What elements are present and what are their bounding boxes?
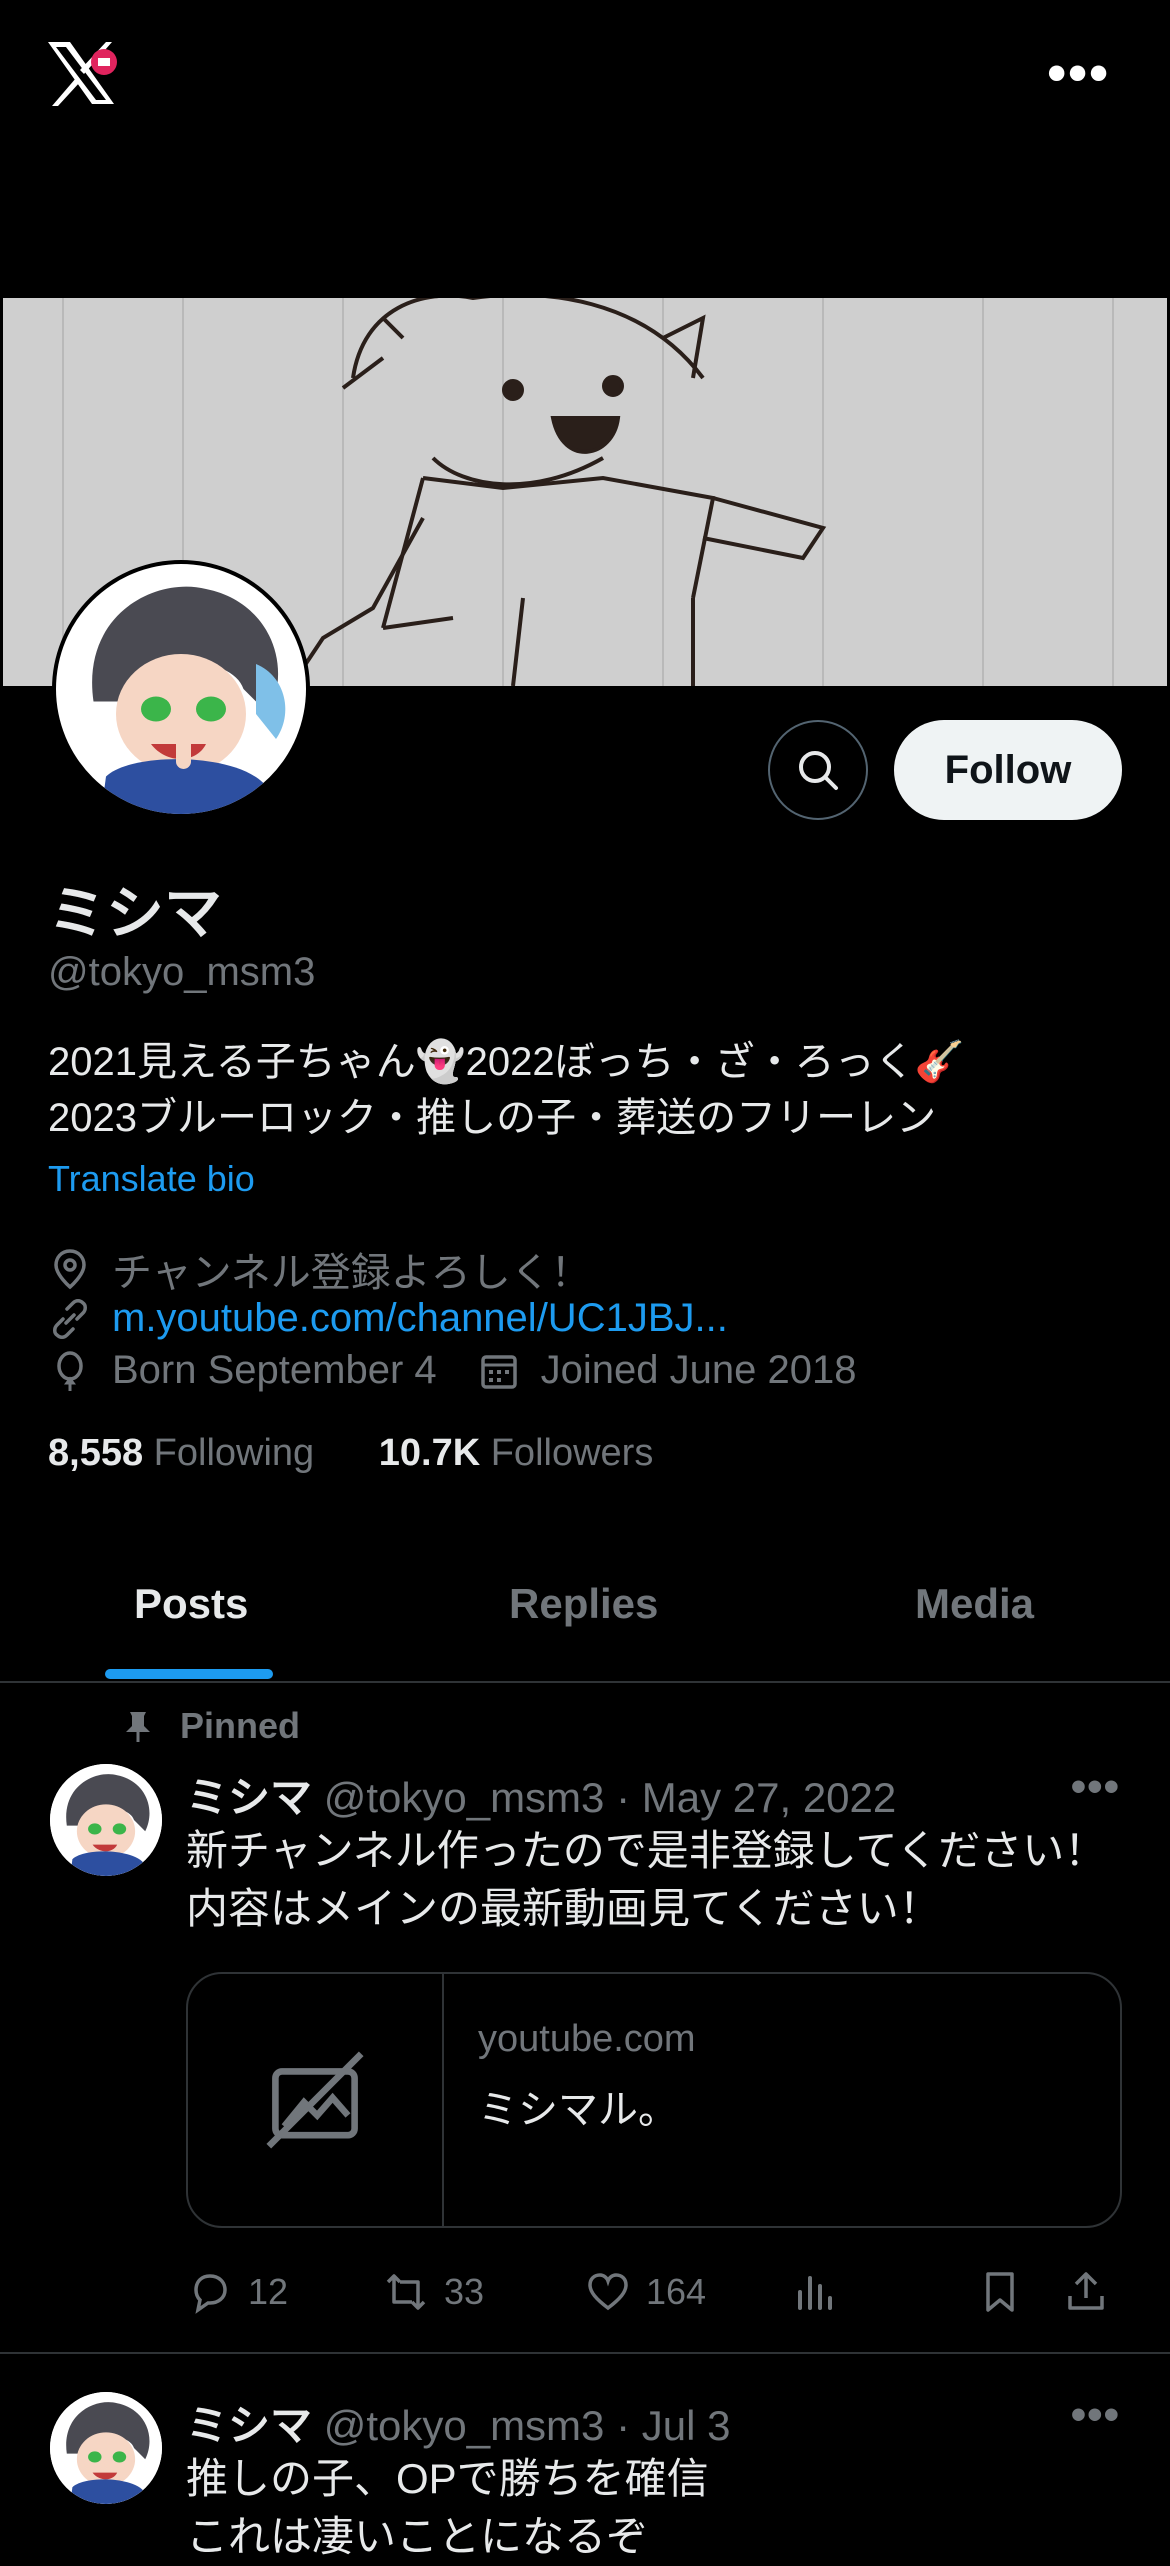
views-chart-icon [798,2276,832,2310]
post-avatar[interactable] [50,1764,162,1876]
card-title: ミシマル。 [478,2088,678,2132]
search-icon [799,751,838,790]
repost-button[interactable]: 33 [382,2268,484,2316]
reply-count: 12 [248,2271,289,2312]
location-pin-icon [54,1249,86,1290]
follow-counts: 8,558 Following 10.7K Followers [48,1432,653,1475]
post-text-line: 新チャンネル作ったので是非登録してください！ [186,1827,1107,1874]
post-text-line: これは凄いことになるぞ [186,2513,649,2560]
translate-bio-link[interactable]: Translate bio [48,1158,255,1200]
like-count: 164 [646,2271,707,2312]
followers-count: 10.7K [378,1432,481,1474]
birthday-text: Born September 4 [112,1348,437,1392]
share-icon [1068,2272,1104,2310]
post-text-line: 推しの子、OPで勝ちを確信 [186,2455,709,2502]
calendar-icon [480,1354,517,1389]
x-logo-icon[interactable] [44,38,120,110]
post-author-handle[interactable]: @tokyo_msm3 [324,2402,605,2449]
reply-button[interactable]: 12 [186,2268,288,2316]
pin-icon [126,1712,150,1742]
joined-text: Joined June 2018 [540,1348,857,1392]
tabs-divider [0,1681,1170,1683]
more-horizontal-icon[interactable]: ••• [1047,46,1110,100]
location-row: チャンネル登録よろしく！ [48,1240,591,1298]
post-more-icon[interactable]: ••• [1071,2390,1120,2440]
post-text: 推しの子、OPで勝ちを確信 これは凄いことになるぞ [186,2450,1136,2566]
tab-posts[interactable]: Posts [134,1580,248,1628]
following-label: Following [153,1432,315,1474]
active-tab-indicator [105,1669,273,1679]
repost-icon [386,2274,426,2310]
website-row: m.youtube.com/channel/UC1JBJ... [48,1296,728,1341]
post-avatar[interactable] [50,2392,162,2504]
post-date[interactable]: May 27, 2022 [642,1774,897,1821]
followers-link[interactable]: 10.7K Followers [379,1432,654,1474]
bookmark-button[interactable] [976,2268,1038,2316]
post-actions: 12 33 164 [186,2268,1122,2324]
post-header: ミシマ @tokyo_msm3 · Jul 3 [186,2392,730,2453]
followers-label: Followers [490,1432,654,1474]
post-author-handle[interactable]: @tokyo_msm3 [324,1774,605,1821]
balloon-icon [57,1350,83,1391]
link-icon [53,1298,87,1339]
repost-count: 33 [444,2271,485,2312]
post-separator: · [616,1774,631,1821]
views-button[interactable] [790,2268,852,2316]
post-author-name[interactable]: ミシマ [186,2402,312,2449]
bio-line: 2021見える子ちゃん👻2022ぼっち・ざ・ろっく🎸 [48,1040,965,1084]
post-divider [0,2352,1170,2354]
following-count: 8,558 [48,1432,144,1474]
card-domain: youtube.com [478,2018,696,2060]
post-text-line: 内容はメインの最新動画見てください！ [186,1885,941,1932]
post-date[interactable]: Jul 3 [642,2402,731,2449]
card-thumbnail [188,1974,444,2226]
profile-bio: 2021見える子ちゃん👻2022ぼっち・ざ・ろっく🎸 2023ブルーロック・推し… [48,1034,1128,1146]
bio-line: 2023ブルーロック・推しの子・葬送のフリーレン [48,1096,937,1140]
location-text: チャンネル登録よろしく！ [112,1251,591,1295]
follow-button[interactable]: Follow [894,720,1122,820]
post-text: 新チャンネル作ったので是非登録してください！ 内容はメインの最新動画見てください… [186,1822,1136,1938]
following-link[interactable]: 8,558 Following [48,1432,314,1474]
bookmark-icon [986,2272,1014,2312]
website-link[interactable]: m.youtube.com/channel/UC1JBJ... [112,1296,728,1341]
display-name: ミシマ [48,881,223,946]
profile-avatar[interactable] [52,560,310,818]
post-separator: · [616,2402,631,2449]
profile-handle: @tokyo_msm3 [48,950,316,994]
pinned-indicator: Pinned [120,1705,300,1747]
like-button[interactable]: 164 [584,2268,706,2316]
search-profile-button[interactable] [768,720,868,820]
dates-row: Born September 4 Joined June 2018 [48,1348,856,1393]
no-image-icon [266,2051,364,2149]
heart-icon [588,2273,628,2311]
post-header: ミシマ @tokyo_msm3 · May 27, 2022 [186,1764,896,1825]
post-author-name[interactable]: ミシマ [186,1774,312,1821]
reply-icon [194,2274,227,2314]
tab-replies[interactable]: Replies [509,1580,658,1628]
pinned-label: Pinned [180,1705,301,1746]
tab-media[interactable]: Media [915,1580,1034,1628]
post-more-icon[interactable]: ••• [1071,1762,1120,1812]
link-card[interactable]: youtube.com ミシマル。 [186,1972,1122,2228]
share-button[interactable] [1062,2268,1124,2316]
